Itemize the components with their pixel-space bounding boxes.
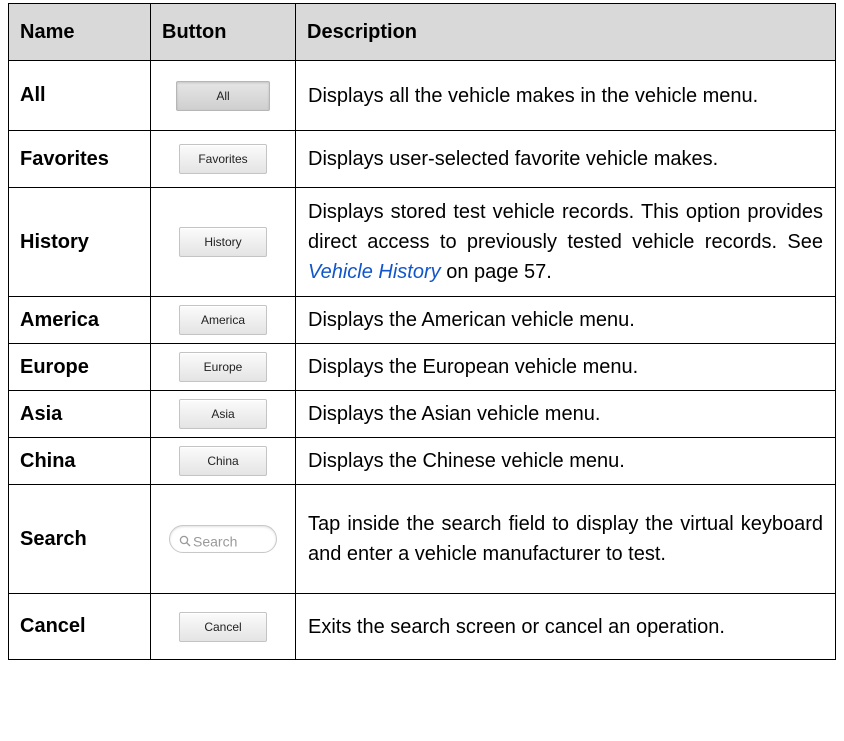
table-row: Asia Asia Displays the Asian vehicle men… — [8, 390, 836, 438]
row-description: Displays the Asian vehicle menu. — [295, 390, 836, 438]
all-button[interactable]: All — [176, 80, 270, 111]
header-name: Name — [8, 3, 151, 61]
desc-text: on page 57. — [440, 261, 552, 283]
button-reference-table: Name Button Description All All Displays… — [8, 3, 836, 660]
row-description: Displays the European vehicle menu. — [295, 343, 836, 391]
china-button[interactable]: China — [179, 446, 267, 476]
america-button[interactable]: America — [179, 305, 267, 335]
header-description: Description — [295, 3, 836, 61]
row-name: Asia — [8, 390, 151, 438]
table-row: Favorites Favorites Displays user-select… — [8, 130, 836, 188]
row-description: Displays all the vehicle makes in the ve… — [295, 60, 836, 131]
cancel-button[interactable]: Cancel — [179, 611, 267, 642]
row-description: Displays user-selected favorite vehicle … — [295, 130, 836, 188]
row-name: America — [8, 296, 151, 344]
europe-button[interactable]: Europe — [179, 352, 267, 382]
table-row: All All Displays all the vehicle makes i… — [8, 60, 836, 131]
row-description: Displays the Chinese vehicle menu. — [295, 437, 836, 485]
table-row: China China Displays the Chinese vehicle… — [8, 437, 836, 485]
header-button: Button — [150, 3, 296, 61]
table-row: Europe Europe Displays the European vehi… — [8, 343, 836, 391]
row-description: Exits the search screen or cancel an ope… — [295, 593, 836, 660]
table-row: America America Displays the American ve… — [8, 296, 836, 344]
row-name: All — [8, 60, 151, 131]
favorites-button[interactable]: Favorites — [179, 144, 267, 174]
row-description: Displays stored test vehicle records. Th… — [295, 187, 836, 297]
search-field[interactable]: Search — [169, 525, 277, 553]
asia-button[interactable]: Asia — [179, 399, 267, 429]
row-description: Displays the American vehicle menu. — [295, 296, 836, 344]
row-name: Cancel — [8, 593, 151, 660]
table-row: History History Displays stored test veh… — [8, 187, 836, 297]
row-name: China — [8, 437, 151, 485]
row-name: History — [8, 187, 151, 297]
table-row: Cancel Cancel Exits the search screen or… — [8, 593, 836, 660]
history-button[interactable]: History — [179, 227, 267, 257]
search-icon — [179, 536, 191, 547]
vehicle-history-link[interactable]: Vehicle History — [308, 261, 441, 283]
row-name: Europe — [8, 343, 151, 391]
table-row: Search Search Tap inside the search fiel… — [8, 484, 836, 594]
row-name: Favorites — [8, 130, 151, 188]
desc-text: Displays stored test vehicle records. Th… — [308, 201, 823, 253]
row-description: Tap inside the search field to display t… — [295, 484, 836, 594]
search-placeholder: Search — [193, 533, 238, 550]
row-name: Search — [8, 484, 151, 594]
table-header-row: Name Button Description — [8, 3, 836, 61]
